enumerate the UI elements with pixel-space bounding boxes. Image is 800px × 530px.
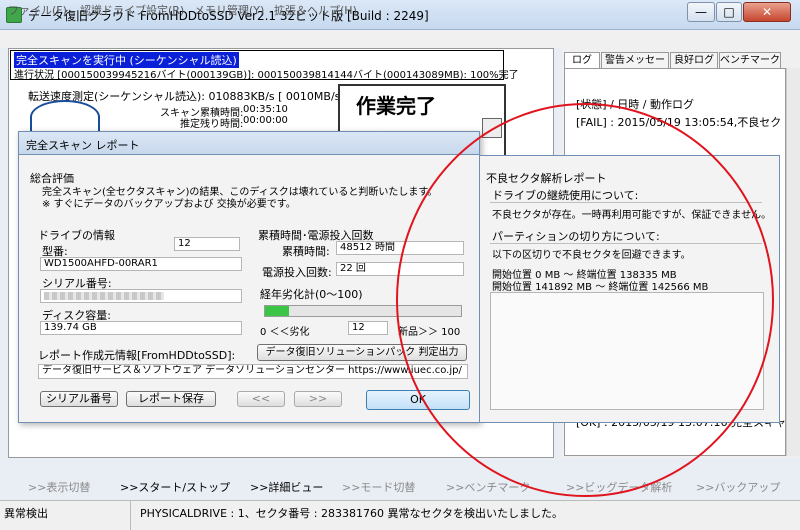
- menu-memory[interactable]: メモリ管理(Y): [194, 2, 264, 18]
- scan-time-value: 00:35:10: [243, 104, 288, 115]
- disk-gauge-icon: [30, 100, 100, 134]
- prev-button[interactable]: <<: [237, 391, 285, 407]
- drive-info-title: ドライブの情報: [38, 229, 115, 242]
- save-report-button[interactable]: レポート保存: [126, 391, 216, 407]
- remain-time-value: 00:00:00: [243, 115, 288, 126]
- drive-count-field: 12: [174, 237, 240, 251]
- log-entry-fail[interactable]: [FAIL] : 2015/05/19 13:05:54,不良セク: [576, 114, 786, 130]
- blurred-serial-icon: [44, 292, 164, 300]
- tab-warnings[interactable]: 警告メッセージ: [601, 52, 669, 81]
- degradation-min-label: 0 ＜＜劣化: [260, 327, 310, 338]
- power-count-field: 22 回: [336, 262, 464, 276]
- nav-start-stop[interactable]: >>スタート/ストップ: [120, 479, 230, 495]
- nav-detail-view[interactable]: >>詳細ビュー: [250, 479, 323, 495]
- degradation-bar: [264, 305, 462, 317]
- nav-backup[interactable]: >>バックアップ: [696, 479, 780, 495]
- progress-text: 進行状況 [000150039945216バイト(000139GB)]: 000…: [14, 70, 519, 81]
- tab-good-log[interactable]: 良好ログ: [670, 52, 718, 68]
- hours-field: 48512 時間: [336, 241, 464, 255]
- nav-mode-switch[interactable]: >>モード切替: [342, 479, 415, 495]
- remain-time-label: 推定残り時間:: [180, 119, 244, 130]
- overall-text-2: ※ すぐにデータのバックアップおよび 交換が必要です。: [42, 199, 296, 210]
- next-button[interactable]: >>: [294, 391, 342, 407]
- ok-button[interactable]: OK: [366, 390, 470, 410]
- log-scrollbar[interactable]: [786, 68, 800, 456]
- tab-log[interactable]: ログ: [564, 52, 600, 68]
- status-message: PHYSICALDRIVE : 1、セクタ番号 : 283381760 異常なセ…: [140, 507, 564, 520]
- menu-drive-settings[interactable]: 認識ドライブ設定(R): [80, 2, 184, 18]
- nav-big-data[interactable]: >>ビッグデータ解析: [566, 479, 672, 495]
- status-error-label: 異常検出: [4, 507, 48, 520]
- serial-field: [40, 289, 242, 303]
- menu-bar: [0, 30, 800, 48]
- degradation-title: 経年劣化計(0～100): [260, 288, 363, 301]
- panel-thumbnail: [482, 118, 502, 138]
- menu-file[interactable]: ファイル(F): [8, 2, 67, 18]
- degradation-value: 12: [348, 321, 388, 335]
- log-header: [状態] / 日時 / 動作ログ: [576, 98, 694, 111]
- bad-sector-title: 不良セクタ解析レポート: [486, 172, 607, 185]
- nav-benchmark[interactable]: >>ベンチマーク: [446, 479, 530, 495]
- tab-benchmark[interactable]: ベンチマーク: [719, 52, 781, 68]
- partition-range-2: 開始位置 141892 MB ～ 終端位置 142566 MB: [492, 282, 709, 293]
- degradation-max-label: 新品＞＞ 100: [398, 327, 461, 338]
- close-button[interactable]: ✕: [743, 2, 791, 22]
- power-count-label: 電源投入回数:: [262, 266, 332, 279]
- nav-display-toggle[interactable]: >>表示切替: [28, 479, 90, 495]
- solution-pack-button[interactable]: データ復旧ソリューションパック 判定出力: [257, 344, 467, 361]
- serial-number-button[interactable]: シリアル番号: [40, 391, 118, 407]
- continue-use-text: 不良セクタが存在。一時再利用可能ですが、保証できません。: [492, 210, 772, 221]
- hours-label: 累積時間:: [282, 245, 330, 258]
- menu-help[interactable]: 拡張＆ヘルプ(H): [274, 2, 357, 18]
- capacity-field: 139.74 GB: [40, 321, 242, 335]
- degradation-bar-fill: [265, 306, 289, 316]
- minimize-button[interactable]: —: [687, 2, 715, 22]
- complete-text: 作業完了: [356, 94, 436, 118]
- dialog-title: 完全スキャン レポート: [26, 139, 140, 152]
- creator-field: データ復旧サービス＆ソフトウェア データソリューションセンター https://…: [38, 364, 468, 379]
- partition-text: 以下の区切りで不良セクタを回避できます。: [492, 250, 691, 261]
- maximize-button[interactable]: □: [716, 2, 742, 22]
- model-field: WD1500AHFD-00RAR1: [40, 257, 242, 271]
- creator-label: レポート作成元情報[FromHDDtoSSD]:: [38, 349, 236, 362]
- partition-title: パーティションの切り方について:: [492, 230, 660, 243]
- partition-area: [490, 292, 764, 410]
- continue-use-title: ドライブの継続使用について:: [492, 189, 639, 202]
